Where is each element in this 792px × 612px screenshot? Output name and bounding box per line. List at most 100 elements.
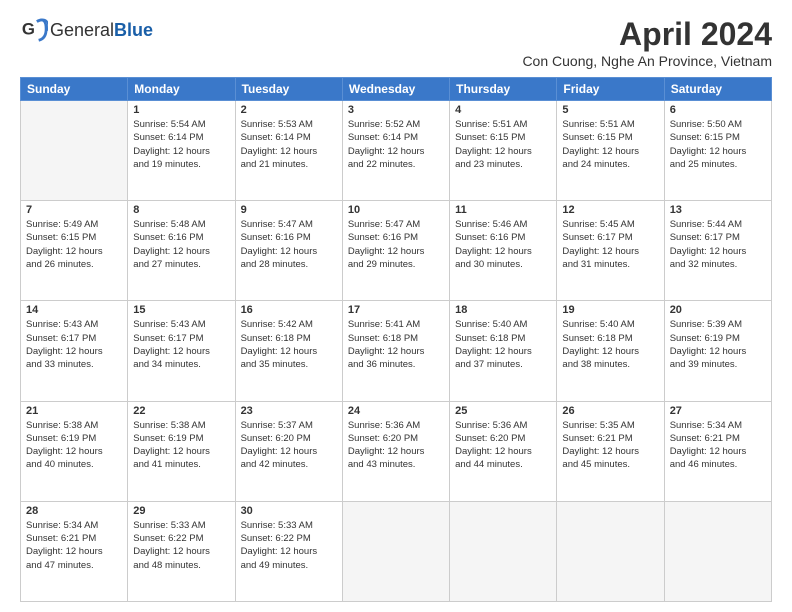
day-number: 14 [26, 304, 122, 316]
page: G GeneralBlue April 2024 Con Cuong, Nghe… [0, 0, 792, 612]
day-info: Sunrise: 5:34 AM Sunset: 6:21 PM Dayligh… [670, 419, 766, 472]
day-info: Sunrise: 5:33 AM Sunset: 6:22 PM Dayligh… [241, 519, 337, 572]
day-number: 2 [241, 104, 337, 116]
table-row: 3 Sunrise: 5:52 AM Sunset: 6:14 PM Dayli… [342, 101, 449, 201]
table-row: 19 Sunrise: 5:40 AM Sunset: 6:18 PM Dayl… [557, 301, 664, 401]
table-row: 9 Sunrise: 5:47 AM Sunset: 6:16 PM Dayli… [235, 201, 342, 301]
day-info: Sunrise: 5:47 AM Sunset: 6:16 PM Dayligh… [241, 218, 337, 271]
day-info: Sunrise: 5:38 AM Sunset: 6:19 PM Dayligh… [133, 419, 229, 472]
day-info: Sunrise: 5:39 AM Sunset: 6:19 PM Dayligh… [670, 318, 766, 371]
day-info: Sunrise: 5:38 AM Sunset: 6:19 PM Dayligh… [26, 419, 122, 472]
table-row: 5 Sunrise: 5:51 AM Sunset: 6:15 PM Dayli… [557, 101, 664, 201]
calendar-week-row: 1 Sunrise: 5:54 AM Sunset: 6:14 PM Dayli… [21, 101, 772, 201]
title-block: April 2024 Con Cuong, Nghe An Province, … [522, 16, 772, 69]
header-tuesday: Tuesday [235, 78, 342, 101]
day-info: Sunrise: 5:42 AM Sunset: 6:18 PM Dayligh… [241, 318, 337, 371]
day-number: 16 [241, 304, 337, 316]
day-number: 10 [348, 204, 444, 216]
day-number: 9 [241, 204, 337, 216]
table-row: 24 Sunrise: 5:36 AM Sunset: 6:20 PM Dayl… [342, 401, 449, 501]
table-row [450, 501, 557, 601]
day-info: Sunrise: 5:51 AM Sunset: 6:15 PM Dayligh… [455, 118, 551, 171]
table-row: 18 Sunrise: 5:40 AM Sunset: 6:18 PM Dayl… [450, 301, 557, 401]
day-number: 3 [348, 104, 444, 116]
day-info: Sunrise: 5:35 AM Sunset: 6:21 PM Dayligh… [562, 419, 658, 472]
day-info: Sunrise: 5:43 AM Sunset: 6:17 PM Dayligh… [133, 318, 229, 371]
day-number: 7 [26, 204, 122, 216]
day-info: Sunrise: 5:46 AM Sunset: 6:16 PM Dayligh… [455, 218, 551, 271]
table-row [342, 501, 449, 601]
table-row: 1 Sunrise: 5:54 AM Sunset: 6:14 PM Dayli… [128, 101, 235, 201]
day-number: 4 [455, 104, 551, 116]
day-number: 23 [241, 405, 337, 417]
day-info: Sunrise: 5:44 AM Sunset: 6:17 PM Dayligh… [670, 218, 766, 271]
day-info: Sunrise: 5:33 AM Sunset: 6:22 PM Dayligh… [133, 519, 229, 572]
day-number: 28 [26, 505, 122, 517]
calendar-table: Sunday Monday Tuesday Wednesday Thursday… [20, 77, 772, 602]
logo-general-text: General [50, 20, 114, 41]
table-row: 21 Sunrise: 5:38 AM Sunset: 6:19 PM Dayl… [21, 401, 128, 501]
table-row [557, 501, 664, 601]
day-info: Sunrise: 5:45 AM Sunset: 6:17 PM Dayligh… [562, 218, 658, 271]
header-monday: Monday [128, 78, 235, 101]
month-title: April 2024 [522, 16, 772, 53]
table-row: 28 Sunrise: 5:34 AM Sunset: 6:21 PM Dayl… [21, 501, 128, 601]
table-row: 30 Sunrise: 5:33 AM Sunset: 6:22 PM Dayl… [235, 501, 342, 601]
svg-text:G: G [22, 20, 35, 39]
day-info: Sunrise: 5:54 AM Sunset: 6:14 PM Dayligh… [133, 118, 229, 171]
table-row: 23 Sunrise: 5:37 AM Sunset: 6:20 PM Dayl… [235, 401, 342, 501]
calendar-week-row: 28 Sunrise: 5:34 AM Sunset: 6:21 PM Dayl… [21, 501, 772, 601]
day-number: 8 [133, 204, 229, 216]
header-friday: Friday [557, 78, 664, 101]
day-info: Sunrise: 5:36 AM Sunset: 6:20 PM Dayligh… [348, 419, 444, 472]
table-row [664, 501, 771, 601]
logo-icon: G [20, 16, 48, 44]
table-row: 2 Sunrise: 5:53 AM Sunset: 6:14 PM Dayli… [235, 101, 342, 201]
header-saturday: Saturday [664, 78, 771, 101]
calendar-week-row: 21 Sunrise: 5:38 AM Sunset: 6:19 PM Dayl… [21, 401, 772, 501]
day-info: Sunrise: 5:53 AM Sunset: 6:14 PM Dayligh… [241, 118, 337, 171]
day-number: 20 [670, 304, 766, 316]
day-info: Sunrise: 5:47 AM Sunset: 6:16 PM Dayligh… [348, 218, 444, 271]
day-number: 11 [455, 204, 551, 216]
day-number: 30 [241, 505, 337, 517]
day-number: 21 [26, 405, 122, 417]
day-info: Sunrise: 5:40 AM Sunset: 6:18 PM Dayligh… [455, 318, 551, 371]
table-row: 27 Sunrise: 5:34 AM Sunset: 6:21 PM Dayl… [664, 401, 771, 501]
logo-blue-text: Blue [114, 20, 153, 41]
day-info: Sunrise: 5:34 AM Sunset: 6:21 PM Dayligh… [26, 519, 122, 572]
day-number: 18 [455, 304, 551, 316]
header-wednesday: Wednesday [342, 78, 449, 101]
header: G GeneralBlue April 2024 Con Cuong, Nghe… [20, 16, 772, 69]
day-number: 26 [562, 405, 658, 417]
day-info: Sunrise: 5:40 AM Sunset: 6:18 PM Dayligh… [562, 318, 658, 371]
day-number: 15 [133, 304, 229, 316]
table-row: 20 Sunrise: 5:39 AM Sunset: 6:19 PM Dayl… [664, 301, 771, 401]
table-row: 13 Sunrise: 5:44 AM Sunset: 6:17 PM Dayl… [664, 201, 771, 301]
logo: G GeneralBlue [20, 16, 153, 44]
day-number: 27 [670, 405, 766, 417]
day-number: 5 [562, 104, 658, 116]
header-thursday: Thursday [450, 78, 557, 101]
table-row: 25 Sunrise: 5:36 AM Sunset: 6:20 PM Dayl… [450, 401, 557, 501]
day-number: 24 [348, 405, 444, 417]
location: Con Cuong, Nghe An Province, Vietnam [522, 53, 772, 69]
table-row: 7 Sunrise: 5:49 AM Sunset: 6:15 PM Dayli… [21, 201, 128, 301]
day-info: Sunrise: 5:48 AM Sunset: 6:16 PM Dayligh… [133, 218, 229, 271]
table-row: 12 Sunrise: 5:45 AM Sunset: 6:17 PM Dayl… [557, 201, 664, 301]
table-row: 17 Sunrise: 5:41 AM Sunset: 6:18 PM Dayl… [342, 301, 449, 401]
day-number: 6 [670, 104, 766, 116]
table-row: 16 Sunrise: 5:42 AM Sunset: 6:18 PM Dayl… [235, 301, 342, 401]
table-row: 22 Sunrise: 5:38 AM Sunset: 6:19 PM Dayl… [128, 401, 235, 501]
day-number: 22 [133, 405, 229, 417]
day-info: Sunrise: 5:43 AM Sunset: 6:17 PM Dayligh… [26, 318, 122, 371]
table-row: 11 Sunrise: 5:46 AM Sunset: 6:16 PM Dayl… [450, 201, 557, 301]
day-number: 29 [133, 505, 229, 517]
calendar-header-row: Sunday Monday Tuesday Wednesday Thursday… [21, 78, 772, 101]
table-row: 15 Sunrise: 5:43 AM Sunset: 6:17 PM Dayl… [128, 301, 235, 401]
day-info: Sunrise: 5:41 AM Sunset: 6:18 PM Dayligh… [348, 318, 444, 371]
table-row: 4 Sunrise: 5:51 AM Sunset: 6:15 PM Dayli… [450, 101, 557, 201]
day-info: Sunrise: 5:50 AM Sunset: 6:15 PM Dayligh… [670, 118, 766, 171]
table-row: 6 Sunrise: 5:50 AM Sunset: 6:15 PM Dayli… [664, 101, 771, 201]
table-row: 10 Sunrise: 5:47 AM Sunset: 6:16 PM Dayl… [342, 201, 449, 301]
